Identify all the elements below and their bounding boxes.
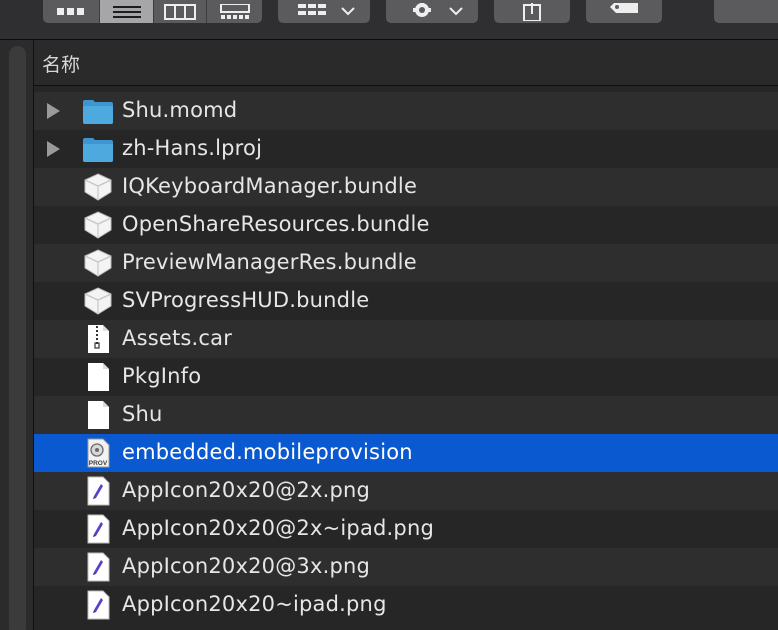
file-name: OpenShareResources.bundle (122, 212, 430, 236)
icon-view-button[interactable] (43, 0, 99, 23)
png-image-icon (82, 590, 114, 620)
file-name: embedded.mobileprovision (122, 440, 413, 464)
view-mode-segmented-control (43, 0, 262, 23)
png-image-icon (82, 514, 114, 544)
document-icon (82, 400, 114, 430)
file-row[interactable]: PreviewManagerRes.bundle (34, 244, 778, 282)
gallery-view-button[interactable] (206, 0, 262, 23)
gear-icon (413, 2, 463, 17)
file-row[interactable]: PkgInfo (34, 358, 778, 396)
list-view-icon (112, 5, 141, 18)
document-icon (82, 362, 114, 392)
icon-view-icon (57, 7, 84, 15)
group-by-button[interactable] (278, 0, 370, 23)
provisioning-profile-icon: PROV (82, 438, 114, 468)
action-button[interactable] (386, 0, 478, 23)
gallery-view-icon (219, 3, 250, 19)
file-row[interactable]: Shu (34, 396, 778, 434)
share-button[interactable] (494, 0, 570, 23)
file-row[interactable]: SVProgressHUD.bundle (34, 282, 778, 320)
file-name: Shu.momd (122, 98, 238, 122)
file-name: AppIcon20x20@3x.png (122, 554, 371, 578)
tag-icon (610, 2, 638, 13)
png-image-icon (82, 552, 114, 582)
column-view-button[interactable] (153, 0, 206, 23)
file-name: zh-Hans.lproj (122, 136, 263, 160)
file-name: AppIcon20x20~ipad.png (122, 592, 387, 616)
file-row[interactable]: Assets.car (34, 320, 778, 358)
search-field[interactable] (714, 0, 778, 23)
bundle-icon (82, 172, 114, 202)
disclosure-triangle-icon[interactable] (47, 103, 60, 119)
file-name: IQKeyboardManager.bundle (122, 174, 418, 198)
file-row[interactable]: PROV embedded.mobileprovision (34, 434, 778, 472)
svg-text:PROV: PROV (89, 460, 108, 467)
column-view-icon (164, 3, 196, 20)
file-row[interactable]: OpenShareResources.bundle (34, 206, 778, 244)
folder-icon (82, 134, 114, 164)
tag-button[interactable] (586, 0, 662, 23)
file-name: Assets.car (122, 326, 233, 350)
vertical-scrollbar[interactable] (9, 46, 26, 630)
file-name: SVProgressHUD.bundle (122, 288, 370, 312)
toolbar (0, 0, 778, 40)
list-view-button[interactable] (99, 0, 153, 23)
group-by-icon (298, 3, 355, 15)
png-image-icon (82, 476, 114, 506)
file-row[interactable]: AppIcon20x20@3x.png (34, 548, 778, 586)
file-row[interactable]: Shu.momd (34, 92, 778, 130)
archive-file-icon (82, 324, 114, 354)
name-column-header[interactable]: 名称 (42, 50, 80, 77)
file-row[interactable]: zh-Hans.lproj (34, 130, 778, 168)
bundle-icon (82, 210, 114, 240)
share-icon (523, 2, 541, 21)
file-row[interactable]: AppIcon20x20~ipad.png (34, 586, 778, 624)
file-row[interactable]: AppIcon20x20@2x~ipad.png (34, 510, 778, 548)
file-row[interactable]: AppIcon20x20@2x.png (34, 472, 778, 510)
folder-icon (82, 96, 114, 126)
file-name: AppIcon20x20@2x~ipad.png (122, 516, 434, 540)
disclosure-triangle-icon[interactable] (47, 141, 60, 157)
file-name: AppIcon20x20@2x.png (122, 478, 371, 502)
file-row[interactable]: IQKeyboardManager.bundle (34, 168, 778, 206)
file-name: PkgInfo (122, 364, 202, 388)
column-header: 名称 (34, 40, 778, 86)
file-name: Shu (122, 402, 163, 426)
finder-window: 名称 Shu.momd zh-Hans.lproj IQKeyboardManage… (0, 0, 778, 630)
bundle-icon (82, 248, 114, 278)
file-name: PreviewManagerRes.bundle (122, 250, 417, 274)
bundle-icon (82, 286, 114, 316)
file-list: Shu.momd zh-Hans.lproj IQKeyboardManager.b… (34, 92, 778, 624)
